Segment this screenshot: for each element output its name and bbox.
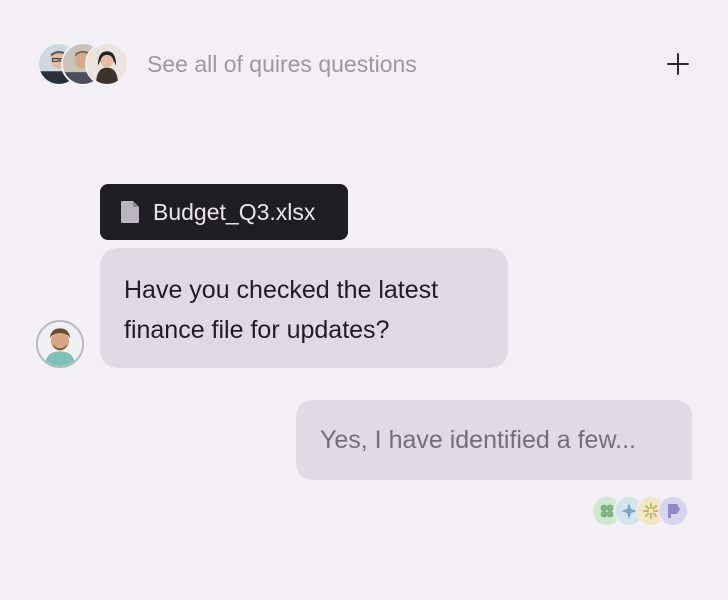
plus-icon <box>667 53 689 75</box>
file-attachment-chip[interactable]: Budget_Q3.xlsx <box>100 184 348 240</box>
reactor-avatar <box>658 496 688 526</box>
file-icon <box>121 201 139 223</box>
seen-by-avatars[interactable] <box>592 496 688 526</box>
clover-icon <box>600 504 614 518</box>
sparkle-icon <box>621 503 637 519</box>
participants-avatar-stack[interactable] <box>37 42 129 86</box>
outgoing-message-bubble: Yes, I have identified a few... <box>296 400 692 480</box>
message-text: Have you checked the latest finance file… <box>124 276 439 344</box>
sender-avatar[interactable] <box>36 320 84 368</box>
message-text: Yes, I have identified a few... <box>320 425 636 454</box>
flag-icon <box>668 504 680 518</box>
burst-icon <box>643 503 659 519</box>
incoming-message-bubble: Have you checked the latest finance file… <box>100 248 508 368</box>
add-button[interactable] <box>664 50 692 78</box>
file-name: Budget_Q3.xlsx <box>153 198 316 225</box>
see-all-questions-link[interactable]: See all of quires questions <box>147 51 417 78</box>
conversation-header: See all of quires questions <box>37 41 692 87</box>
avatar <box>85 42 129 86</box>
